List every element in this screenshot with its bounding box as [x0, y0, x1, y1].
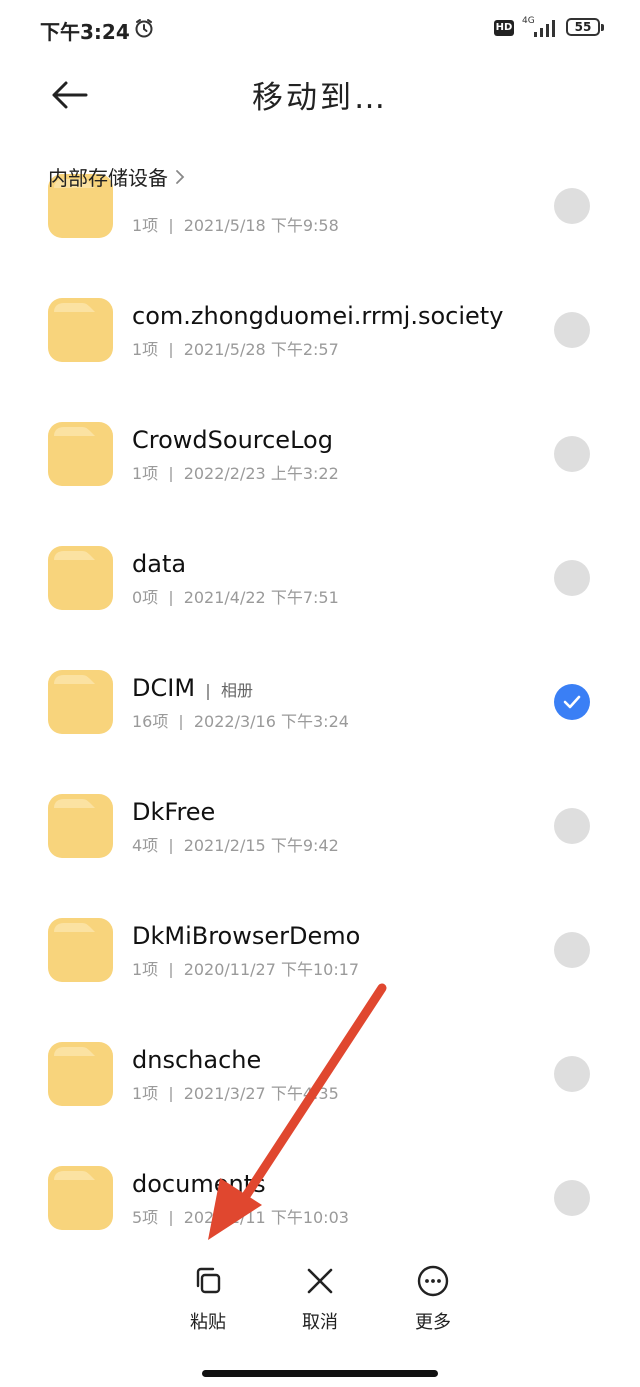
select-radio[interactable]	[554, 1180, 590, 1216]
checkmark-icon	[563, 695, 581, 709]
battery-icon: 55	[566, 18, 604, 36]
folder-row[interactable]: DCIM 相册 16项 2022/3/16 下午3:24	[0, 588, 640, 734]
paste-label: 粘贴	[190, 1312, 226, 1333]
cancel-label: 取消	[302, 1312, 338, 1333]
folder-icon	[48, 1166, 113, 1230]
chevron-right-icon	[176, 169, 185, 184]
folder-name-text: dnschache	[132, 1046, 262, 1074]
folder-name-text: DCIM	[132, 674, 196, 702]
signal-icon	[534, 20, 555, 37]
folder-tag-text: 相册	[221, 681, 254, 700]
cancel-button[interactable]: 取消	[280, 1264, 360, 1334]
alarm-icon	[135, 19, 153, 38]
folder-row[interactable]: com.zhongduomei.rrmj.society 1项 2021/5/28 …	[0, 216, 640, 362]
folder-tag: 相册	[207, 681, 253, 700]
folder-name-text: com.zhongduomei.rrmj.society	[132, 302, 504, 330]
more-icon	[417, 1265, 449, 1297]
status-time: 下午3:24	[40, 20, 130, 44]
folder-name-text: documents	[132, 1170, 266, 1198]
folder-name: CrowdSourceLog	[132, 426, 333, 454]
folder-date: 2022/1/11 下午10:03	[183, 1208, 349, 1227]
paste-icon	[196, 1267, 221, 1294]
tag-divider	[207, 683, 210, 700]
folder-name-text: DkMiBrowserDemo	[132, 922, 361, 950]
breadcrumb-label: 内部存储设备	[48, 166, 168, 190]
meta-divider	[170, 1211, 172, 1226]
folder-name: com.zhongduomei.rrmj.society	[132, 302, 503, 330]
page-title: 移动到…	[252, 80, 388, 116]
header: 移动到…	[0, 56, 640, 136]
folder-row[interactable]: CrowdSourceLog 1项 2022/2/23 上午3:22	[0, 340, 640, 486]
breadcrumb[interactable]: 内部存储设备	[48, 162, 186, 191]
folder-meta: 5项 2022/1/11 下午10:03	[132, 1204, 349, 1228]
bottom-toolbar: 粘贴 取消 更多	[0, 1250, 640, 1350]
folder-item-count: 5项	[132, 1208, 159, 1227]
folder-list[interactable]: 1项 2021/5/18 下午9:58 com.zhongduomei.rrmj.s…	[0, 150, 640, 1240]
status-bar: 下午3:24 HD 4G 55	[0, 0, 640, 56]
folder-name: DkMiBrowserDemo	[132, 922, 360, 950]
folder-row[interactable]: documents 5项 2022/1/11 下午10:03	[0, 1084, 640, 1230]
folder-name-text: DkFree	[132, 798, 216, 826]
folder-name: dnschache	[132, 1046, 261, 1074]
folder-name: documents	[132, 1170, 266, 1198]
more-button[interactable]: 更多	[393, 1264, 473, 1334]
folder-name-text: data	[132, 550, 187, 578]
more-label: 更多	[415, 1312, 451, 1333]
folder-name: data	[132, 550, 186, 578]
close-icon	[307, 1268, 333, 1294]
folder-name: DCIM 相册	[132, 674, 253, 702]
folder-row[interactable]: dnschache 1项 2021/3/27 下午4:35	[0, 960, 640, 1106]
folder-row[interactable]: DkMiBrowserDemo 1项 2020/11/27 下午10:17	[0, 836, 640, 982]
hd-badge: HD	[494, 20, 514, 36]
home-indicator[interactable]	[202, 1370, 438, 1377]
folder-name: DkFree	[132, 798, 215, 826]
paste-button[interactable]: 粘贴	[168, 1264, 248, 1334]
folder-row[interactable]: DkFree 4项 2021/2/15 下午9:42	[0, 712, 640, 858]
folder-name-text: CrowdSourceLog	[132, 426, 333, 454]
folder-row[interactable]: data 0项 2021/4/22 下午7:51	[0, 464, 640, 610]
